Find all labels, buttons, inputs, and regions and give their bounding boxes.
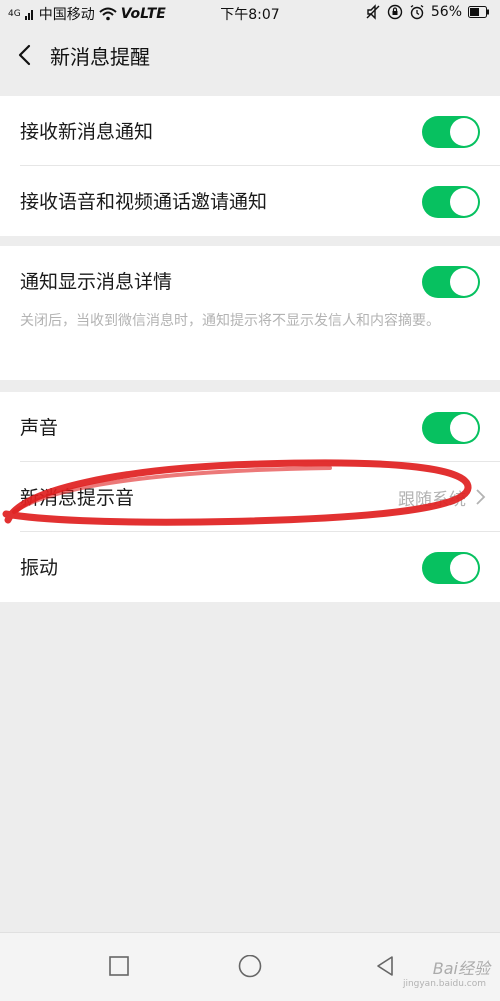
row-label: 通知显示消息详情 xyxy=(20,271,173,293)
row-show-details[interactable]: 通知显示消息详情 关闭后，当收到微信消息时，通知提示将不显示发信人和内容摘要。 xyxy=(0,246,500,380)
row-receive-new-msg[interactable]: 接收新消息通知 xyxy=(0,96,500,166)
row-label: 振动 xyxy=(20,557,59,579)
row-label: 声音 xyxy=(20,417,59,439)
toggle-knob xyxy=(450,118,478,146)
toggle-knob xyxy=(450,268,478,296)
row-label: 接收语音和视频通话邀请通知 xyxy=(20,191,268,213)
show-details-toggle[interactable] xyxy=(422,266,480,298)
row-label: 新消息提示音 xyxy=(20,487,135,509)
alarm-icon xyxy=(410,4,424,20)
status-right: 56% xyxy=(365,4,490,20)
vibration-toggle[interactable] xyxy=(422,552,480,584)
battery-icon xyxy=(468,6,489,18)
row-sound[interactable]: 声音 xyxy=(0,392,500,462)
row-vibration[interactable]: 振动 xyxy=(0,532,500,602)
mute-icon xyxy=(366,4,380,20)
toggle-knob xyxy=(450,188,478,216)
new-msg-tone-value: 跟随系统 xyxy=(398,490,466,510)
watermark-label: Bai经验 xyxy=(432,959,490,978)
group-notifications: 接收新消息通知 接收语音和视频通话邀请通知 xyxy=(0,96,500,236)
nav-bar: 新消息提醒 xyxy=(0,26,500,84)
row-label: 接收新消息通知 xyxy=(20,121,154,143)
chevron-right-icon xyxy=(476,489,486,505)
status-bar: 4G 中国移动 VoLTE 下午8:07 56% xyxy=(0,0,500,26)
lock-rotation-icon xyxy=(387,4,403,20)
group-details: 通知显示消息详情 关闭后，当收到微信消息时，通知提示将不显示发信人和内容摘要。 xyxy=(0,246,500,380)
receive-new-msg-toggle[interactable] xyxy=(422,116,480,148)
watermark-sub-label: jingyan.baidu.com xyxy=(402,979,486,989)
square-recents-icon[interactable] xyxy=(108,955,130,977)
back-arrow-icon[interactable] xyxy=(14,43,38,67)
sound-toggle[interactable] xyxy=(422,412,480,444)
row-new-msg-tone[interactable]: 新消息提示音 跟随系统 xyxy=(0,462,500,532)
toggle-knob xyxy=(450,554,478,582)
row-receive-call-invite[interactable]: 接收语音和视频通话邀请通知 xyxy=(0,166,500,236)
triangle-back-icon[interactable] xyxy=(374,955,396,977)
toggle-knob xyxy=(450,414,478,442)
system-nav-bar: Bai经验 jingyan.baidu.com xyxy=(0,932,500,1001)
show-details-description: 关闭后，当收到微信消息时，通知提示将不显示发信人和内容摘要。 xyxy=(20,313,440,329)
receive-call-invite-toggle[interactable] xyxy=(422,186,480,218)
circle-home-icon[interactable] xyxy=(237,955,263,981)
battery-label: 56% xyxy=(430,4,462,20)
page-title: 新消息提醒 xyxy=(50,45,150,69)
group-sound: 声音 新消息提示音 跟随系统 振动 xyxy=(0,392,500,602)
